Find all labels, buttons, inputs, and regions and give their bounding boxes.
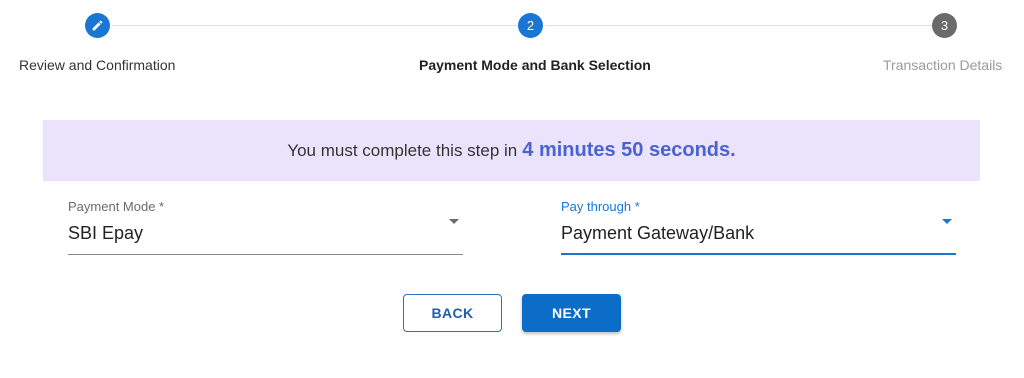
stepper-connector-1 — [112, 25, 517, 26]
step-3-circle: 3 — [932, 13, 957, 38]
stepper-connector-2 — [545, 25, 932, 26]
pay-through-label: Pay through * — [561, 199, 640, 214]
next-button[interactable]: NEXT — [522, 294, 621, 332]
dropdown-arrow-icon[interactable] — [449, 219, 459, 224]
payment-mode-select[interactable]: Payment Mode * SBI Epay — [68, 199, 463, 255]
step-1-label: Review and Confirmation — [19, 57, 176, 73]
step-1-circle — [85, 13, 110, 38]
pay-through-select[interactable]: Pay through * Payment Gateway/Bank — [561, 199, 956, 255]
payment-mode-value: SBI Epay — [68, 223, 144, 243]
timer-banner: You must complete this step in 4 minutes… — [43, 120, 980, 181]
timer-message: You must complete this step in — [287, 140, 518, 160]
pay-through-underline — [561, 253, 956, 255]
pay-through-value: Payment Gateway/Bank — [561, 223, 755, 243]
payment-mode-underline — [68, 254, 463, 255]
pencil-icon — [91, 19, 104, 32]
payment-mode-label: Payment Mode * — [68, 199, 165, 214]
step-3-label: Transaction Details — [883, 57, 1003, 73]
step-2-circle: 2 — [518, 13, 543, 38]
dropdown-arrow-icon[interactable] — [942, 219, 952, 224]
step-2-label: Payment Mode and Bank Selection — [419, 57, 651, 73]
back-button[interactable]: BACK — [403, 294, 502, 332]
timer-countdown: 4 minutes 50 seconds. — [522, 139, 736, 161]
